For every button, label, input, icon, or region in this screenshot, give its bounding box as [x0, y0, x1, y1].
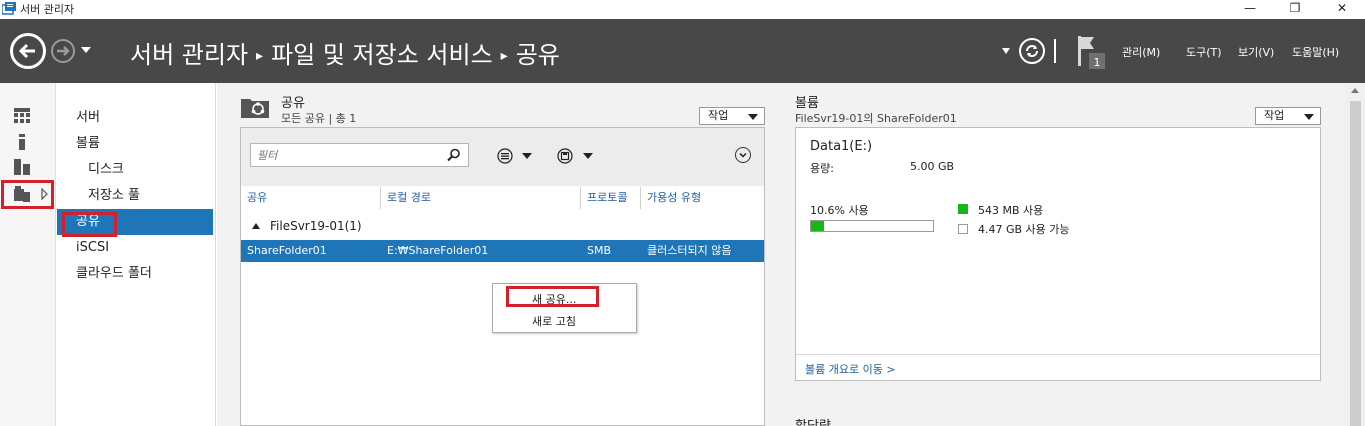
breadcrumb-separator: ▸	[256, 48, 264, 64]
scroll-thumb[interactable]	[1350, 101, 1361, 426]
usage-bar	[810, 220, 934, 232]
icon-sidebar	[0, 83, 56, 426]
capacity-value: 5.00 GB	[910, 160, 955, 173]
breadcrumb-item[interactable]: 서버 관리자	[130, 41, 248, 69]
breadcrumb-item[interactable]: 파일 및 저장소 서비스	[271, 41, 493, 69]
column-header-local-path[interactable]: 로컬 경로	[381, 187, 581, 209]
divider	[796, 354, 1320, 355]
menu-tools[interactable]: 도구(T)	[1186, 44, 1222, 60]
title-bar: 서버 관리자 — ❐ ✕	[0, 0, 1365, 18]
volume-name: Data1(E:)	[810, 139, 873, 154]
nav-item-volumes[interactable]: 볼륨	[57, 131, 213, 157]
save-query-icon[interactable]	[557, 148, 573, 164]
refresh-button[interactable]	[1019, 38, 1045, 64]
chevron-down-icon[interactable]	[1002, 48, 1010, 54]
volume-title: 볼륨	[795, 96, 819, 111]
chevron-down-icon	[748, 114, 758, 120]
free-legend-label: 4.47 GB 사용 가능	[978, 223, 1070, 236]
volume-subtitle: FileSvr19-01의 ShareFolder01	[795, 112, 957, 125]
vertical-scrollbar[interactable]	[1346, 83, 1365, 426]
share-folder-icon	[241, 99, 269, 118]
volume-tasks-button[interactable]: 작업	[1255, 107, 1321, 125]
volume-panel: Data1(E:) 용량: 5.00 GB 10.6% 사용 543 MB 사용…	[795, 127, 1321, 381]
filter-box[interactable]	[250, 143, 469, 167]
tasks-label: 작업	[708, 109, 729, 122]
used-legend-swatch	[958, 204, 968, 214]
window-title: 서버 관리자	[20, 3, 75, 16]
server-group[interactable]: FileSvr19-01(1)	[252, 219, 362, 233]
tasks-label: 작업	[1264, 109, 1285, 122]
shares-tasks-button[interactable]: 작업	[699, 107, 765, 125]
server-manager-icon	[2, 2, 16, 15]
menu-help[interactable]: 도움말(H)	[1292, 44, 1339, 60]
arrow-right-icon	[57, 46, 70, 56]
nav-item-servers[interactable]: 서버	[57, 105, 213, 131]
list-view-icon[interactable]	[497, 148, 513, 164]
chevron-down-icon	[1304, 114, 1314, 120]
collapse-button[interactable]	[735, 147, 751, 163]
history-dropdown[interactable]	[81, 47, 91, 53]
refresh-icon	[1026, 45, 1038, 57]
nav-item-disks[interactable]: 디스크	[57, 157, 213, 183]
chevron-down-icon	[739, 152, 747, 158]
breadcrumb-separator: ▸	[500, 48, 508, 64]
go-to-volumes-overview-link[interactable]: 볼륨 개요로 이동 >	[805, 361, 896, 377]
column-header-share[interactable]: 공유	[241, 187, 381, 209]
chevron-down-icon[interactable]	[522, 153, 532, 159]
local-server-icon[interactable]	[14, 134, 30, 150]
dashboard-icon[interactable]	[14, 108, 30, 124]
used-percent: 10.6% 사용	[810, 204, 869, 217]
free-legend-swatch	[958, 224, 968, 234]
forward-button[interactable]	[51, 39, 75, 63]
highlight-box	[506, 286, 599, 307]
highlight-box	[1, 180, 54, 209]
search-icon[interactable]	[447, 148, 461, 162]
group-label: FileSvr19-01(1)	[270, 219, 362, 233]
nav-item-work-folders[interactable]: 클라우드 폴더	[57, 261, 213, 287]
close-button[interactable]: ✕	[1319, 0, 1365, 18]
highlight-box	[62, 212, 117, 237]
cell-protocol: SMB	[587, 244, 612, 257]
nav-item-storage-pools[interactable]: 저장소 풀	[57, 183, 213, 209]
quota-title: 할당량	[795, 415, 831, 426]
menu-item-refresh[interactable]: 새로 고침	[532, 313, 576, 329]
arrow-left-icon	[18, 43, 35, 59]
shares-toolbar	[241, 128, 764, 186]
menu-manage[interactable]: 관리(M)	[1122, 44, 1160, 60]
header-bar: 서버 관리자 ▸ 파일 및 저장소 서비스 ▸ 공유 1 관리(M) 도구(T) 보기(…	[0, 19, 1365, 83]
nav-panel: 서버 볼륨 디스크 저장소 풀 공유 iSCSI 클라우드 폴더	[57, 83, 216, 426]
shares-title: 공유	[281, 96, 305, 111]
cell-availability: 클러스터되지 않음	[647, 244, 732, 257]
scroll-up-arrow-icon[interactable]	[1351, 88, 1359, 93]
breadcrumb: 서버 관리자 ▸ 파일 및 저장소 서비스 ▸ 공유	[130, 35, 560, 70]
used-legend-label: 543 MB 사용	[978, 204, 1044, 217]
nav-item-iscsi[interactable]: iSCSI	[57, 235, 213, 261]
table-row[interactable]: ShareFolder01 E:₩ShareFolder01 SMB 클러스터되…	[241, 240, 764, 262]
notification-flag-icon[interactable]: 1	[1076, 36, 1106, 70]
notification-count: 1	[1094, 56, 1101, 69]
all-servers-icon[interactable]	[14, 159, 30, 175]
chevron-down-icon[interactable]	[583, 153, 593, 159]
column-header-availability[interactable]: 가용성 유형	[641, 187, 764, 209]
collapse-triangle-icon[interactable]	[252, 223, 260, 229]
menu-view[interactable]: 보기(V)	[1238, 44, 1274, 60]
cell-share: ShareFolder01	[247, 244, 327, 257]
restore-button[interactable]: ❐	[1272, 0, 1318, 18]
shares-panel: 공유 로컬 경로 프로토콜 가용성 유형 FileSvr19-01(1) Sha…	[240, 127, 765, 426]
breadcrumb-item[interactable]: 공유	[516, 41, 560, 69]
filter-input[interactable]	[251, 144, 441, 166]
column-header-protocol[interactable]: 프로토콜	[581, 187, 641, 209]
capacity-label: 용량:	[810, 162, 834, 175]
separator	[1054, 39, 1056, 63]
minimize-button[interactable]: —	[1227, 0, 1273, 18]
back-button[interactable]	[10, 33, 46, 69]
usage-bar-fill	[811, 221, 824, 231]
shares-subtitle: 모든 공유 | 총 1	[281, 112, 357, 125]
cell-local-path: E:₩ShareFolder01	[387, 244, 489, 257]
